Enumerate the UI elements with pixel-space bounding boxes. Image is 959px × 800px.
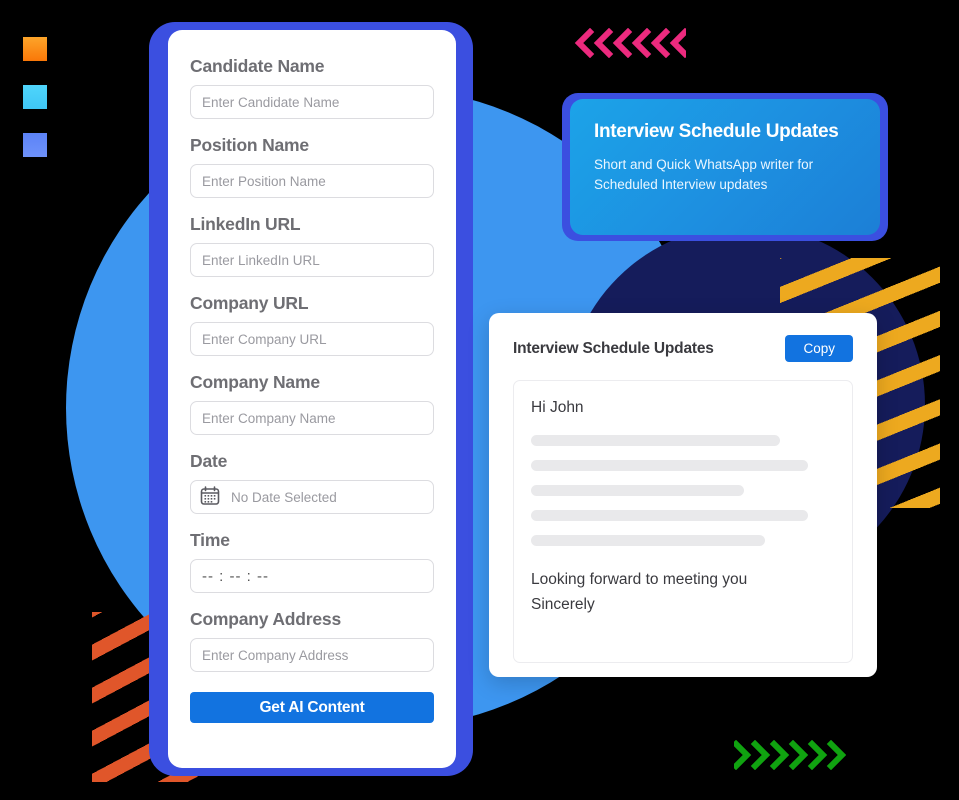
generated-message-box: Hi John Looking forward to meeting you S… [513,380,853,663]
label-position-name: Position Name [190,135,309,155]
label-company-url: Company URL [190,293,309,313]
calendar-icon [199,485,221,510]
square-blue-icon [23,133,47,157]
time-value: -- : -- : -- [202,567,269,585]
input-company-url[interactable]: Enter Company URL [190,322,434,356]
page-root: Candidate Name Enter Candidate Name Posi… [0,0,959,800]
label-linkedin-url: LinkedIn URL [190,214,301,234]
ai-content-form: Candidate Name Enter Candidate Name Posi… [168,30,456,768]
result-title: Interview Schedule Updates [513,339,714,357]
get-ai-content-button[interactable]: Get AI Content [190,692,434,723]
label-company-address: Company Address [190,609,341,629]
promo-subtitle: Short and Quick WhatsApp writer for Sche… [594,157,814,192]
form-field-time: Time -- : -- : -- [190,530,434,593]
label-date: Date [190,451,228,471]
input-position-name[interactable]: Enter Position Name [190,164,434,198]
pink-chevrons-decoration [574,28,686,58]
message-closing-line-2: Sincerely [531,595,595,613]
input-company-address[interactable]: Enter Company Address [190,638,434,672]
skeleton-line [531,510,808,521]
green-chevrons-decoration [734,740,846,770]
skeleton-line [531,485,744,496]
copy-button[interactable]: Copy [785,335,853,362]
message-greeting: Hi John [531,399,584,416]
form-field-candidate-name: Candidate Name Enter Candidate Name [190,56,434,119]
message-closing: Looking forward to meeting you Sincerely [531,568,835,618]
input-date[interactable]: No Date Selected [190,480,434,514]
promo-title: Interview Schedule Updates [594,121,839,142]
skeleton-line [531,460,808,471]
skeleton-line [531,535,766,546]
label-candidate-name: Candidate Name [190,56,325,76]
form-field-company-url: Company URL Enter Company URL [190,293,434,356]
input-candidate-name[interactable]: Enter Candidate Name [190,85,434,119]
form-field-date: Date No Date Selected [190,451,434,514]
skeleton-line [531,435,781,446]
promo-card[interactable]: Interview Schedule Updates Short and Qui… [570,99,880,235]
message-closing-line-1: Looking forward to meeting you [531,571,748,588]
form-field-linkedin-url: LinkedIn URL Enter LinkedIn URL [190,214,434,277]
form-field-company-address: Company Address Enter Company Address [190,609,434,672]
input-linkedin-url[interactable]: Enter LinkedIn URL [190,243,434,277]
input-time[interactable]: -- : -- : -- [190,559,434,593]
date-value: No Date Selected [231,489,337,505]
result-card: Interview Schedule Updates Copy Hi John … [489,313,877,677]
label-time: Time [190,530,230,550]
input-company-name[interactable]: Enter Company Name [190,401,434,435]
label-company-name: Company Name [190,372,320,392]
form-field-position-name: Position Name Enter Position Name [190,135,434,198]
square-orange-icon [23,37,47,61]
square-cyan-icon [23,85,47,109]
form-field-company-name: Company Name Enter Company Name [190,372,434,435]
result-card-header: Interview Schedule Updates Copy [513,335,853,362]
